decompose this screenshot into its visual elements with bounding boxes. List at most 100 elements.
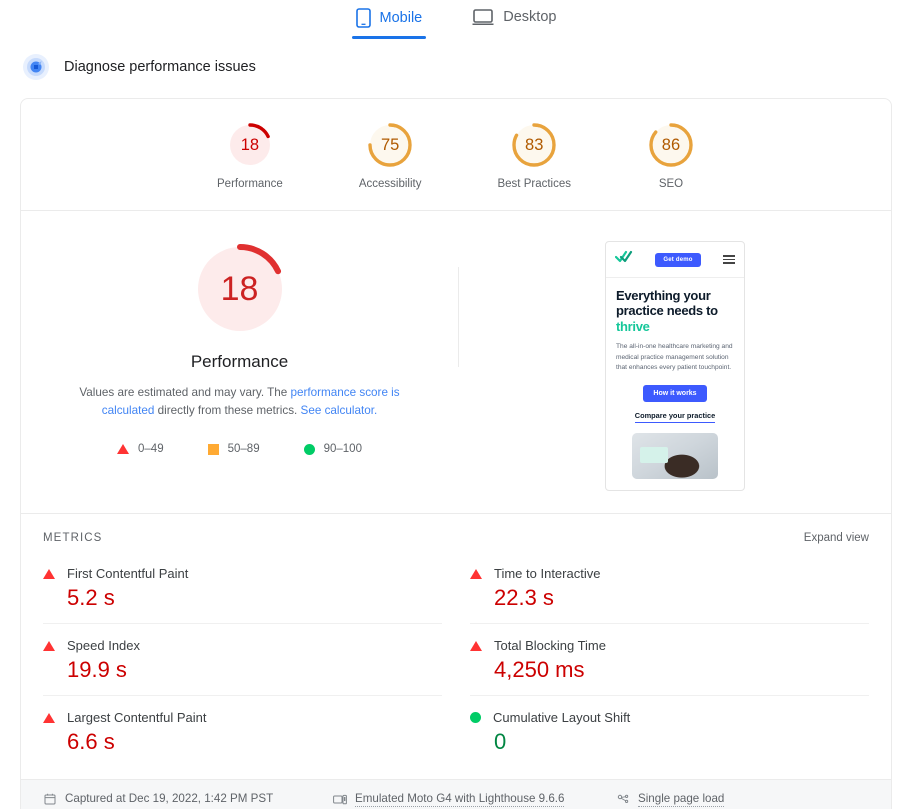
mobile-phone-icon — [355, 8, 371, 28]
device-tab-bar: Mobile Desktop — [0, 0, 912, 44]
thumbnail-headline-line1: Everything your — [616, 288, 711, 303]
page-thumbnail-panel: Get demo Everything your practice needs … — [459, 239, 891, 491]
metric-head: First Contentful Paint — [43, 566, 442, 581]
page-thumbnail: Get demo Everything your practice needs … — [605, 241, 745, 491]
hamburger-menu-icon — [723, 255, 735, 264]
category-gauges: 18 Performance 75 Accessibility 83 Best … — [21, 99, 891, 211]
legend-range-average: 50–89 — [227, 443, 260, 456]
gauge-best-practices[interactable]: 83 Best Practices — [497, 121, 571, 190]
thumbnail-compare-link: Compare your practice — [634, 411, 716, 423]
metric-total-blocking-time[interactable]: Total Blocking Time 4,250 ms — [470, 624, 869, 696]
gauge-best-practices-score: 83 — [525, 135, 544, 154]
gauge-performance-score: 18 — [240, 135, 260, 154]
gauge-accessibility[interactable]: 75 Accessibility — [358, 121, 422, 190]
legend-range-fail: 0–49 — [138, 443, 164, 456]
diagnose-banner: Diagnose performance issues — [0, 44, 912, 82]
thumbnail-headline-accent: thrive — [616, 318, 650, 334]
metric-value: 4,250 ms — [494, 657, 585, 682]
calendar-icon — [43, 793, 57, 805]
metric-name: Cumulative Layout Shift — [493, 710, 631, 725]
metric-value: 6.6 s — [67, 729, 115, 754]
hero-description: Values are estimated and may vary. The p… — [55, 384, 425, 419]
tab-desktop-label: Desktop — [503, 9, 557, 25]
triangle-fail-icon — [470, 568, 482, 579]
gauge-performance-dial: 18 — [226, 121, 274, 169]
footer-emulation[interactable]: Emulated Moto G4 with Lighthouse 9.6.6 — [333, 792, 616, 807]
footer-column-runtime: Single page load Using HeadlessChromium … — [616, 792, 890, 809]
metric-head: Cumulative Layout Shift — [470, 710, 869, 725]
diagnose-label: Diagnose performance issues — [64, 59, 256, 75]
metric-first-contentful-paint[interactable]: First Contentful Paint 5.2 s — [43, 552, 442, 624]
metric-head: Total Blocking Time — [470, 638, 869, 653]
metric-name: Total Blocking Time — [494, 638, 606, 653]
gauge-accessibility-dial: 75 — [366, 121, 414, 169]
gauge-accessibility-label: Accessibility — [358, 178, 422, 190]
hero-gauge-score: 18 — [220, 269, 259, 308]
circle-pass-icon — [303, 443, 315, 455]
metric-name: Time to Interactive — [494, 566, 601, 581]
metric-cumulative-layout-shift[interactable]: Cumulative Layout Shift 0 — [470, 696, 869, 767]
thumbnail-how-it-works-button: How it works — [643, 385, 707, 402]
thumbnail-paragraph: The all-in-one healthcare marketing and … — [616, 342, 733, 372]
gauge-seo-score: 86 — [661, 135, 681, 154]
legend-item-pass: 90–100 — [303, 443, 362, 456]
tab-desktop[interactable]: Desktop — [468, 6, 560, 37]
footer-column-environment: Emulated Moto G4 with Lighthouse 9.6.6 S… — [333, 792, 616, 809]
score-legend: 0–49 50–89 90–100 — [117, 443, 362, 455]
tab-mobile-label: Mobile — [379, 10, 423, 26]
metric-value: 22.3 s — [494, 585, 554, 610]
footer-captured-text: Captured at Dec 19, 2022, 1:42 PM PST — [65, 792, 274, 805]
circle-pass-icon — [470, 712, 481, 723]
metric-value: 5.2 s — [67, 585, 115, 610]
footer-single-page-load[interactable]: Single page load — [616, 792, 890, 807]
gauge-best-practices-dial: 83 — [510, 121, 558, 169]
hero-desc-text-1: Values are estimated and may vary. The — [79, 386, 291, 399]
metric-name: Speed Index — [67, 638, 141, 653]
metric-name: Largest Contentful Paint — [67, 710, 207, 725]
legend-range-pass: 90–100 — [323, 443, 362, 456]
thumbnail-headline: Everything your practice needs to thrive — [616, 288, 734, 334]
nodes-icon — [616, 794, 630, 806]
gauge-accessibility-score: 75 — [380, 135, 400, 154]
gauge-performance-label: Performance — [217, 178, 283, 190]
metric-head: Time to Interactive — [470, 566, 869, 581]
thumbnail-photo-chip — [640, 447, 668, 463]
lighthouse-report-card: 18 Performance 75 Accessibility 83 Best … — [20, 98, 892, 809]
footer-captured-at: Captured at Dec 19, 2022, 1:42 PM PST — [43, 792, 333, 806]
legend-item-fail: 0–49 — [117, 443, 164, 455]
expand-view-button[interactable]: Expand view — [804, 532, 869, 544]
thumbnail-body: Everything your practice needs to thrive… — [606, 278, 744, 479]
thumbnail-headline-line2: practice needs to — [616, 303, 718, 319]
metric-speed-index[interactable]: Speed Index 19.9 s — [43, 624, 442, 696]
metric-name: First Contentful Paint — [67, 566, 189, 581]
thumbnail-navbar: Get demo — [606, 242, 744, 278]
metrics-header: METRICS Expand view — [21, 514, 891, 552]
metrics-title: METRICS — [43, 532, 103, 544]
gauge-seo-label: SEO — [658, 178, 684, 190]
see-calculator-link[interactable]: See calculator. — [301, 404, 378, 417]
hero-score-panel: 18 Performance Values are estimated and … — [21, 239, 458, 491]
triangle-fail-icon — [43, 712, 55, 723]
metric-head: Speed Index — [43, 638, 442, 653]
report-footer: Captured at Dec 19, 2022, 1:42 PM PST In… — [21, 779, 891, 809]
metric-time-to-interactive[interactable]: Time to Interactive 22.3 s — [470, 552, 869, 624]
square-average-icon — [207, 443, 219, 455]
performance-hero: 18 Performance Values are estimated and … — [21, 211, 891, 514]
thumbnail-hero-photo — [632, 433, 718, 479]
gauge-best-practices-label: Best Practices — [497, 178, 571, 190]
tab-mobile[interactable]: Mobile — [351, 6, 427, 39]
gauge-performance[interactable]: 18 Performance — [217, 121, 283, 190]
metrics-grid: First Contentful Paint 5.2 s Time to Int… — [21, 552, 891, 767]
device-icon — [333, 794, 347, 806]
triangle-fail-icon — [43, 568, 55, 579]
metric-value: 19.9 s — [67, 657, 127, 682]
legend-item-average: 50–89 — [207, 443, 260, 456]
gauge-seo-dial: 86 — [647, 121, 695, 169]
gauge-seo[interactable]: 86 SEO — [647, 121, 695, 190]
triangle-fail-icon — [470, 640, 482, 651]
checkmark-logo-icon — [614, 250, 633, 269]
footer-single-page-load-text: Single page load — [638, 792, 725, 807]
hero-title: Performance — [190, 352, 289, 371]
metric-largest-contentful-paint[interactable]: Largest Contentful Paint 6.6 s — [43, 696, 442, 767]
triangle-fail-icon — [43, 640, 55, 651]
